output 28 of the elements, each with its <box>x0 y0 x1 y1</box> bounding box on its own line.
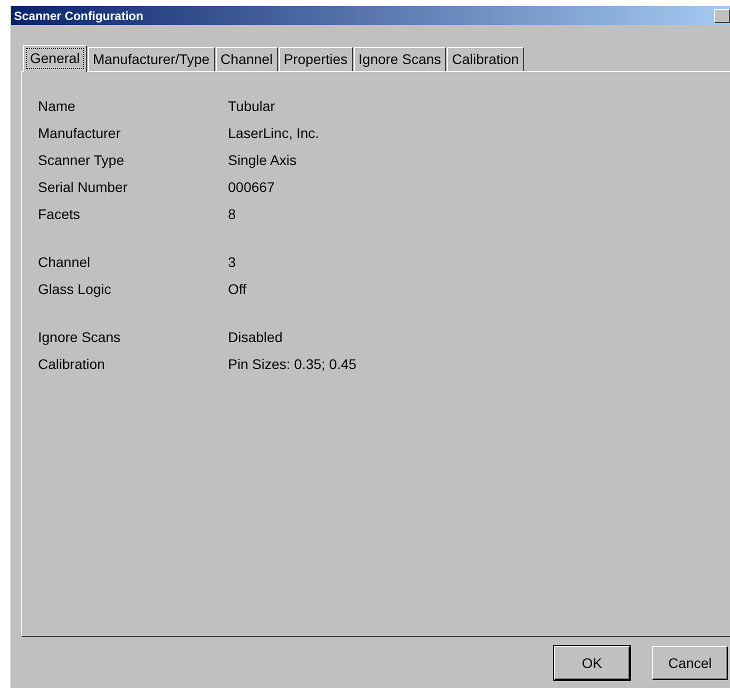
field-value: 3 <box>228 254 236 270</box>
tab[interactable]: Properties <box>278 47 353 71</box>
tab[interactable]: Channel <box>216 47 278 71</box>
field-value: 8 <box>228 206 236 222</box>
tab[interactable]: Calibration <box>447 47 524 71</box>
field-value: Pin Sizes: 0.35; 0.45 <box>228 356 356 372</box>
field-label: Calibration <box>38 356 106 372</box>
ok-button[interactable]: OK <box>554 646 630 680</box>
field-value: Tubular <box>228 98 275 114</box>
field-value: Off <box>228 281 246 297</box>
field-label: Ignore Scans <box>38 329 122 345</box>
window-title: Scanner Configuration <box>14 8 144 22</box>
close-button[interactable] <box>714 8 730 22</box>
field-label: Name <box>38 98 76 114</box>
field-value: 000667 <box>228 179 275 195</box>
tab[interactable]: General <box>23 45 87 72</box>
field-value: Disabled <box>228 329 282 345</box>
cancel-button[interactable]: Cancel <box>652 646 728 680</box>
field-value: LaserLinc, Inc. <box>228 125 320 141</box>
field-value: Single Axis <box>228 152 296 168</box>
field-label: Channel <box>38 254 92 270</box>
tab[interactable]: Ignore Scans <box>354 47 446 71</box>
field-label: Scanner Type <box>38 152 126 168</box>
field-label: Manufacturer <box>38 125 122 141</box>
field-label: Facets <box>38 206 82 222</box>
field-label: Serial Number <box>38 179 128 195</box>
tab[interactable]: Manufacturer/Type <box>88 47 215 71</box>
field-label: Glass Logic <box>38 281 112 297</box>
